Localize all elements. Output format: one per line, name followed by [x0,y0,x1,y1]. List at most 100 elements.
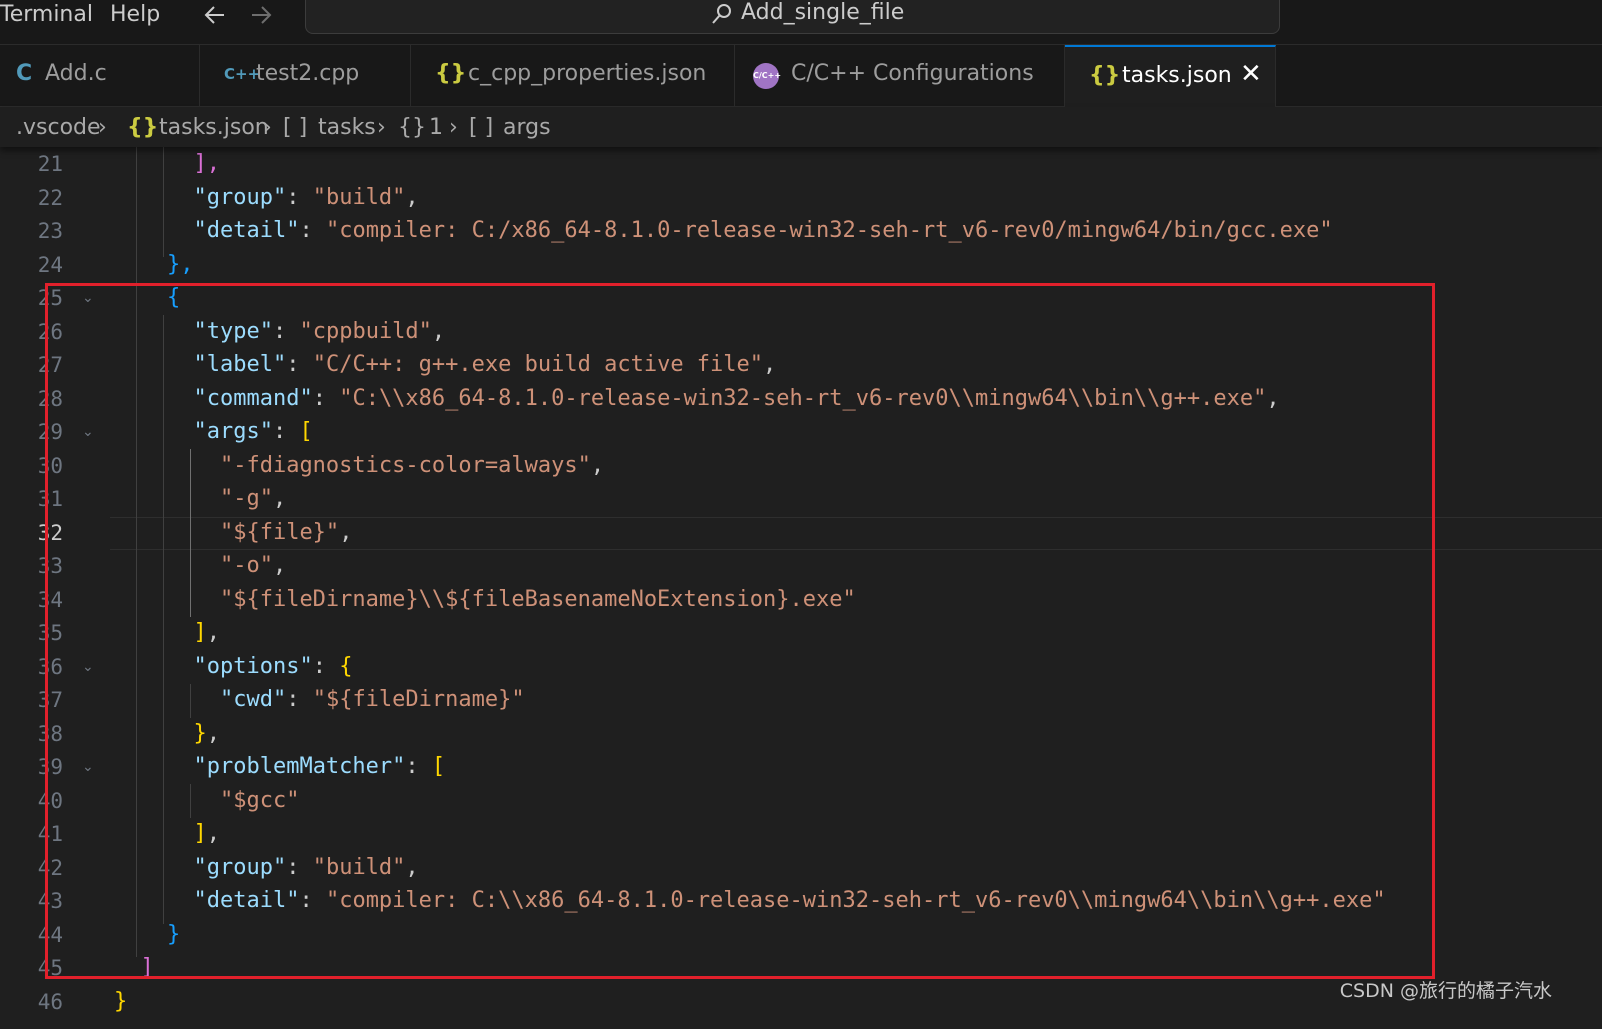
line-number: 25 [37,286,63,310]
code-text: "-g", [219,486,287,511]
breadcrumb-tasks[interactable]: tasks [318,115,376,140]
line-number: 22 [37,186,63,210]
code-text: "group": "build", [193,185,419,210]
json-file-icon: {} [1089,63,1121,88]
breadcrumb-index[interactable]: 1 [429,115,443,140]
cpp-extension-icon: C/C++ [753,63,781,89]
code-line: 43 "detail": "compiler: C:\\x86_64-8.1.0… [0,884,1602,918]
line-number: 23 [37,219,63,243]
code-line: 26 "type": "cppbuild", [0,315,1602,349]
menu-terminal[interactable]: Terminal [0,0,93,32]
code-line: 40 "$gcc" [0,784,1602,818]
line-number: 42 [37,856,63,880]
tab-add-c[interactable]: C Add.c [0,45,200,106]
menu-help[interactable]: Help [110,0,160,32]
code-text: "-o", [219,553,287,578]
code-line: 21 ], [0,147,1602,181]
code-text: "command": "C:\\x86_64-8.1.0-release-win… [193,386,1280,411]
line-number: 41 [37,822,63,846]
tab-label: test2.cpp [256,61,360,86]
code-text: ], [193,821,220,846]
chevron-right-icon: › [263,115,272,140]
code-text: "options": { [193,654,353,679]
line-number: 44 [37,923,63,947]
code-text: "$gcc" [219,788,300,813]
tab-label: C/C++ Configurations [791,61,1034,86]
code-line: 44 } [0,918,1602,952]
line-number: 32 [37,521,63,545]
array-icon: [ ] [469,115,494,140]
code-text: ], [193,620,220,645]
code-text: "args": [ [193,419,313,444]
tab-test2-cpp[interactable]: C++ test2.cpp [200,45,411,106]
code-text: "-fdiagnostics-color=always", [219,453,605,478]
code-text: "${fileDirname}\\${fileBasenameNoExtensi… [219,587,856,612]
tab-tasks-json[interactable]: {} tasks.json ✕ [1065,45,1276,107]
fold-chevron-icon[interactable]: ⌄ [82,424,94,440]
code-line: 42 "group": "build", [0,851,1602,885]
line-number: 29 [37,420,63,444]
code-line: 27 "label": "C/C++: g++.exe build active… [0,348,1602,382]
array-icon: [ ] [283,115,308,140]
code-text: } [114,989,128,1014]
breadcrumb-folder[interactable]: .vscode [16,115,101,140]
tab-c-cpp-properties[interactable]: {} c_cpp_properties.json [411,45,735,106]
line-number: 21 [37,152,63,176]
line-number: 30 [37,454,63,478]
code-line: 29 ⌄ "args": [ [0,415,1602,449]
command-center-text: Add_single_file [741,0,905,25]
tab-label: Add.c [45,61,107,86]
line-number: 28 [37,387,63,411]
code-text: "${file}", [219,520,353,545]
command-center-search[interactable]: Add_single_file [305,0,1280,34]
chevron-right-icon: › [98,115,107,140]
fold-chevron-icon[interactable]: ⌄ [82,659,94,675]
tab-label: tasks.json [1122,63,1232,88]
line-number: 24 [37,253,63,277]
tab-cpp-configurations[interactable]: C/C++ C/C++ Configurations [735,45,1065,106]
line-number: 31 [37,487,63,511]
code-text: "cwd": "${fileDirname}" [219,687,525,712]
code-line: 24 }, [0,248,1602,282]
forward-arrow-icon[interactable] [248,2,274,28]
search-icon [712,4,731,24]
code-text: "detail": "compiler: C:\\x86_64-8.1.0-re… [193,888,1386,913]
breadcrumb: .vscode › {} tasks.json › [ ] tasks › {}… [0,107,1602,147]
code-line: 38 }, [0,717,1602,751]
fold-chevron-icon[interactable]: ⌄ [82,759,94,775]
line-number: 38 [37,722,63,746]
line-number: 43 [37,889,63,913]
code-line: 22 "group": "build", [0,181,1602,215]
line-number: 39 [37,755,63,779]
code-line: 30 "-fdiagnostics-color=always", [0,449,1602,483]
line-number: 46 [37,990,63,1014]
code-line: 41 ], [0,817,1602,851]
code-line: 23 "detail": "compiler: C:/x86_64-8.1.0-… [0,214,1602,248]
code-text: "problemMatcher": [ [193,754,446,779]
code-text: ], [193,151,220,176]
title-bar: Terminal Help Add_single_file [0,0,1602,45]
code-line: 39 ⌄ "problemMatcher": [ [0,750,1602,784]
back-arrow-icon[interactable] [202,2,228,28]
line-number: 26 [37,320,63,344]
line-number: 40 [37,789,63,813]
code-text: "detail": "compiler: C:/x86_64-8.1.0-rel… [193,218,1333,243]
breadcrumb-args[interactable]: args [503,115,551,140]
code-text: ] [140,955,154,980]
fold-chevron-icon[interactable]: ⌄ [82,290,94,306]
code-text: "group": "build", [193,855,419,880]
json-file-icon: {} [127,115,159,140]
tab-label: c_cpp_properties.json [468,61,707,86]
code-editor[interactable]: 21 ], 22 "group": "build", 23 "detail": … [0,147,1602,1029]
close-icon[interactable]: ✕ [1240,59,1262,89]
code-line: 34 "${fileDirname}\\${fileBasenameNoExte… [0,583,1602,617]
code-line-current: 32 "${file}", [0,516,1602,550]
chevron-right-icon: › [377,115,386,140]
code-line: 37 "cwd": "${fileDirname}" [0,683,1602,717]
breadcrumb-file[interactable]: tasks.json [159,115,269,140]
code-text: { [166,285,181,310]
code-line: 25 ⌄ { [0,281,1602,315]
cpp-file-icon: C++ [224,65,261,83]
line-number: 36 [37,655,63,679]
code-line: 31 "-g", [0,482,1602,516]
